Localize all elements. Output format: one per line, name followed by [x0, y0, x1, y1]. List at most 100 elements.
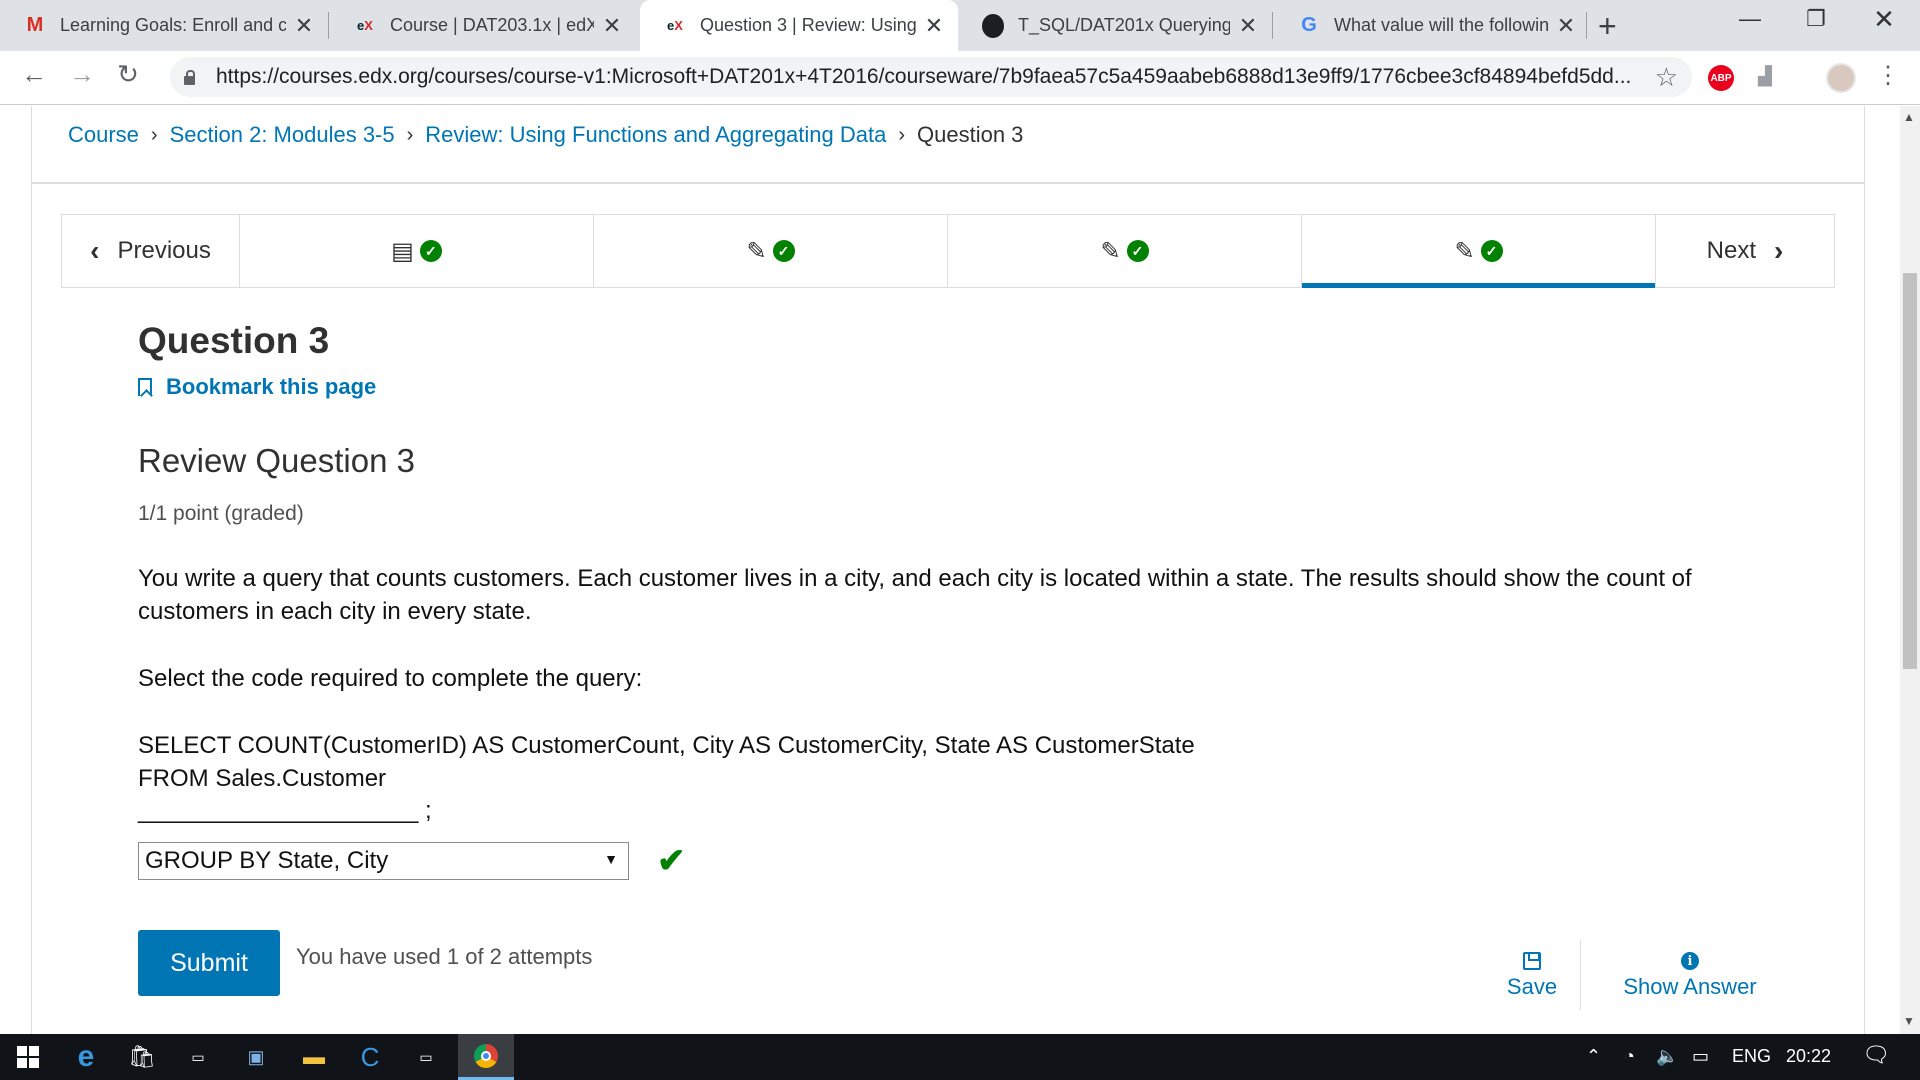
show-answer-button[interactable]: i Show Answer [1600, 952, 1780, 1000]
battery-icon[interactable]: ▭ [1692, 1046, 1709, 1067]
check-icon: ✓ [419, 240, 442, 262]
tab-edx-question[interactable]: eX Question 3 | Review: Using F ✕ [640, 0, 958, 51]
clock[interactable]: 20:22 [1786, 1046, 1831, 1067]
tab-edx-course[interactable]: eX Course | DAT203.1x | edX ✕ [330, 0, 636, 51]
sequence-nav: ‹ Previous ▤ ✓ ✎ ✓ ✎ ✓ ✎ ✓ Next › [61, 214, 1835, 288]
edge-icon[interactable]: e [58, 1034, 114, 1080]
next-button[interactable]: Next › [1656, 215, 1834, 287]
github-icon [982, 13, 1004, 38]
chrome-taskbar-button[interactable] [458, 1034, 514, 1080]
show-answer-label: Show Answer [1623, 974, 1757, 999]
problem-description: You write a query that counts customers.… [138, 565, 1692, 625]
previous-button[interactable]: ‹ Previous [62, 215, 240, 287]
tab-title: T_SQL/DAT201x Querying w [1018, 15, 1230, 35]
code-line-2: FROM Sales.Customer [138, 765, 387, 792]
chevron-right-icon: › [406, 123, 414, 146]
tab-google[interactable]: G What value will the followin ✕ [1274, 0, 1590, 51]
back-button[interactable]: ← [14, 59, 54, 90]
divider [31, 182, 1865, 184]
save-button[interactable]: Save [1492, 952, 1572, 1000]
adblock-icon[interactable]: ABP [1708, 65, 1734, 91]
tab-title: Course | DAT203.1x | edX [390, 15, 594, 35]
extension-icon[interactable]: ▟ [1758, 66, 1772, 87]
unit-tab-2[interactable]: ✎ ✓ [594, 215, 948, 287]
check-icon: ✓ [1126, 240, 1149, 262]
chevron-right-icon: › [1774, 235, 1784, 266]
edit-icon: ✎ [1100, 237, 1121, 265]
problem-points: 1/1 point (graded) [138, 502, 304, 525]
breadcrumb-current: Question 3 [917, 122, 1024, 147]
info-icon: i [1681, 952, 1699, 970]
forward-button[interactable]: → [62, 59, 102, 90]
chevron-right-icon: › [898, 123, 906, 146]
scrollbar-thumb[interactable] [1903, 273, 1917, 669]
unit-tab-1[interactable]: ▤ ✓ [240, 215, 594, 287]
book-icon: ▤ [391, 237, 414, 265]
scroll-down-icon[interactable]: ▼ [1903, 1014, 1915, 1028]
dropdown-arrow-icon: ▼ [604, 851, 618, 867]
save-label: Save [1506, 974, 1558, 999]
answer-row: GROUP BY State, City ▼ ✔ [138, 841, 1778, 881]
scroll-up-icon[interactable]: ▲ [1903, 110, 1915, 124]
minimize-button[interactable]: — [1720, 6, 1780, 32]
language-indicator[interactable]: ENG [1732, 1046, 1771, 1067]
unit-tab-4[interactable]: ✎ ✓ [1302, 215, 1656, 288]
reload-button[interactable]: ↻ [108, 59, 148, 90]
close-window-button[interactable]: ✕ [1854, 4, 1914, 35]
bookmark-button[interactable]: Bookmark this page [138, 374, 1778, 400]
tab-github[interactable]: T_SQL/DAT201x Querying w ✕ [958, 0, 1272, 51]
new-tab-button[interactable]: + [1598, 8, 1617, 45]
avatar[interactable] [1826, 63, 1856, 93]
tab-gmail[interactable]: M Learning Goals: Enroll and c ✕ [0, 0, 328, 51]
close-tab-icon[interactable]: ✕ [294, 13, 314, 39]
restore-button[interactable]: ❐ [1786, 6, 1846, 32]
problem-content: Question 3 Bookmark this page Review Que… [138, 320, 1778, 881]
address-bar[interactable]: https://courses.edx.org/courses/course-v… [170, 57, 1692, 97]
save-icon [1523, 952, 1541, 970]
tab-strip: M Learning Goals: Enroll and c ✕ eX Cour… [0, 0, 1920, 51]
chevron-up-icon[interactable]: ⌃ [1586, 1046, 1601, 1067]
store-icon[interactable]: 🛍 [114, 1034, 170, 1080]
attempts-text: You have used 1 of 2 attempts [296, 944, 593, 969]
code-line-1: SELECT COUNT(CustomerID) AS CustomerCoun… [138, 732, 1195, 759]
start-button[interactable] [0, 1034, 56, 1080]
url-text: https://courses.edx.org/courses/course-v… [216, 65, 1632, 88]
breadcrumb-course[interactable]: Course [68, 122, 139, 148]
volume-icon[interactable]: 🔈 [1656, 1046, 1678, 1067]
breadcrumb-section[interactable]: Section 2: Modules 3-5 [170, 122, 395, 148]
windows-icon [17, 1046, 39, 1068]
check-icon: ✓ [1480, 240, 1503, 262]
google-icon: G [1301, 14, 1317, 36]
close-tab-icon[interactable]: ✕ [1238, 13, 1258, 39]
previous-label: Previous [117, 237, 211, 264]
browser-menu-icon[interactable]: ⋮ [1876, 61, 1900, 90]
submit-button[interactable]: Submit [138, 930, 280, 996]
close-tab-icon[interactable]: ✕ [1556, 13, 1576, 39]
gmail-icon: M [26, 14, 44, 36]
bookmark-label: Bookmark this page [166, 374, 377, 399]
star-icon[interactable]: ☆ [1655, 62, 1678, 93]
file-explorer-icon[interactable]: ▬ [286, 1034, 342, 1080]
tab-title: What value will the followin [1334, 15, 1548, 35]
unit-tab-3[interactable]: ✎ ✓ [948, 215, 1302, 287]
bookmark-icon [138, 378, 152, 396]
breadcrumb-subsection[interactable]: Review: Using Functions and Aggregating … [425, 122, 886, 148]
monitor-icon[interactable]: ▭ [398, 1034, 454, 1080]
notification-icon[interactable]: 🗨 [1862, 1042, 1890, 1068]
terminal-icon[interactable]: ▭ [170, 1034, 226, 1080]
remote-desktop-icon[interactable]: ▣ [228, 1034, 284, 1080]
app-icon[interactable]: C [342, 1034, 398, 1080]
tab-title: Question 3 | Review: Using F [700, 15, 916, 35]
unit-title: Question 3 [138, 320, 330, 361]
edit-icon: ✎ [746, 237, 767, 265]
answer-select[interactable]: GROUP BY State, City ▼ [138, 842, 629, 880]
wifi-icon[interactable]: ◔ [1624, 1046, 1635, 1067]
edx-icon: eX [667, 18, 683, 33]
page-viewport: Course › Section 2: Modules 3-5 › Review… [0, 106, 1900, 1034]
close-tab-icon[interactable]: ✕ [924, 13, 944, 39]
problem-instruction: Select the code required to complete the… [138, 665, 643, 692]
close-tab-icon[interactable]: ✕ [602, 13, 622, 39]
next-label: Next [1706, 237, 1757, 264]
browser-toolbar: ← → ↻ https://courses.edx.org/courses/co… [0, 51, 1920, 105]
problem-actions: Submit You have used 1 of 2 attempts Sav… [138, 930, 1780, 1010]
